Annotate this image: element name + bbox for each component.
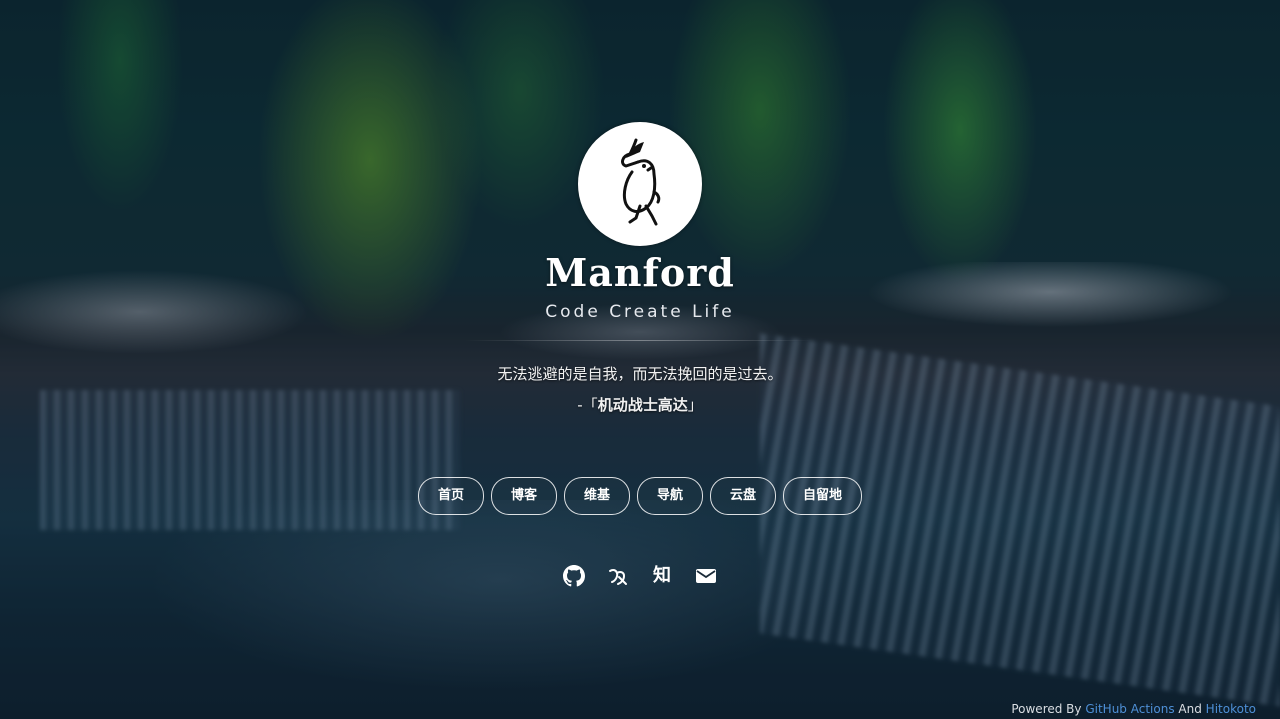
nav-navigation-button[interactable]: 导航 bbox=[637, 477, 704, 515]
social-links: 知 bbox=[0, 565, 1280, 587]
source-suffix: 」 bbox=[687, 396, 703, 414]
footer: Powered By GitHub Actions And Hitokoto bbox=[1011, 702, 1256, 716]
nav-home-button[interactable]: 首页 bbox=[417, 477, 484, 515]
divider bbox=[465, 340, 815, 341]
github-icon[interactable] bbox=[563, 565, 585, 587]
source-prefix: -「 bbox=[577, 396, 598, 414]
nav-cloud-drive-button[interactable]: 云盘 bbox=[710, 477, 777, 515]
footer-github-actions-link[interactable]: GitHub Actions bbox=[1085, 702, 1174, 716]
avatar-bird-illustration bbox=[621, 138, 661, 226]
avatar[interactable] bbox=[578, 122, 702, 246]
main-nav: 首页 博客 维基 导航 云盘 自留地 bbox=[0, 477, 1280, 515]
nav-garden-button[interactable]: 自留地 bbox=[783, 477, 863, 515]
site-tagline: Code Create Life bbox=[545, 302, 735, 322]
zhihu-icon[interactable]: 知 bbox=[651, 565, 673, 587]
mail-icon[interactable] bbox=[695, 565, 717, 587]
profile-section: Manford Code Create Life 无法逃避的是自我，而无法挽回的… bbox=[0, 122, 1280, 415]
nav-blog-button[interactable]: 博客 bbox=[490, 477, 557, 515]
yuque-icon[interactable] bbox=[607, 565, 629, 587]
source-title: 机动战士高达 bbox=[597, 396, 688, 414]
footer-and: And bbox=[1178, 702, 1202, 716]
hitokoto-quote: 无法逃避的是自我，而无法挽回的是过去。 bbox=[497, 365, 783, 383]
footer-hitokoto-link[interactable]: Hitokoto bbox=[1206, 702, 1256, 716]
footer-powered-by: Powered By bbox=[1011, 702, 1082, 716]
nav-wiki-button[interactable]: 维基 bbox=[563, 477, 630, 515]
hitokoto-source: -「机动战士高达」 bbox=[577, 394, 702, 415]
site-title: Manford bbox=[545, 250, 735, 295]
